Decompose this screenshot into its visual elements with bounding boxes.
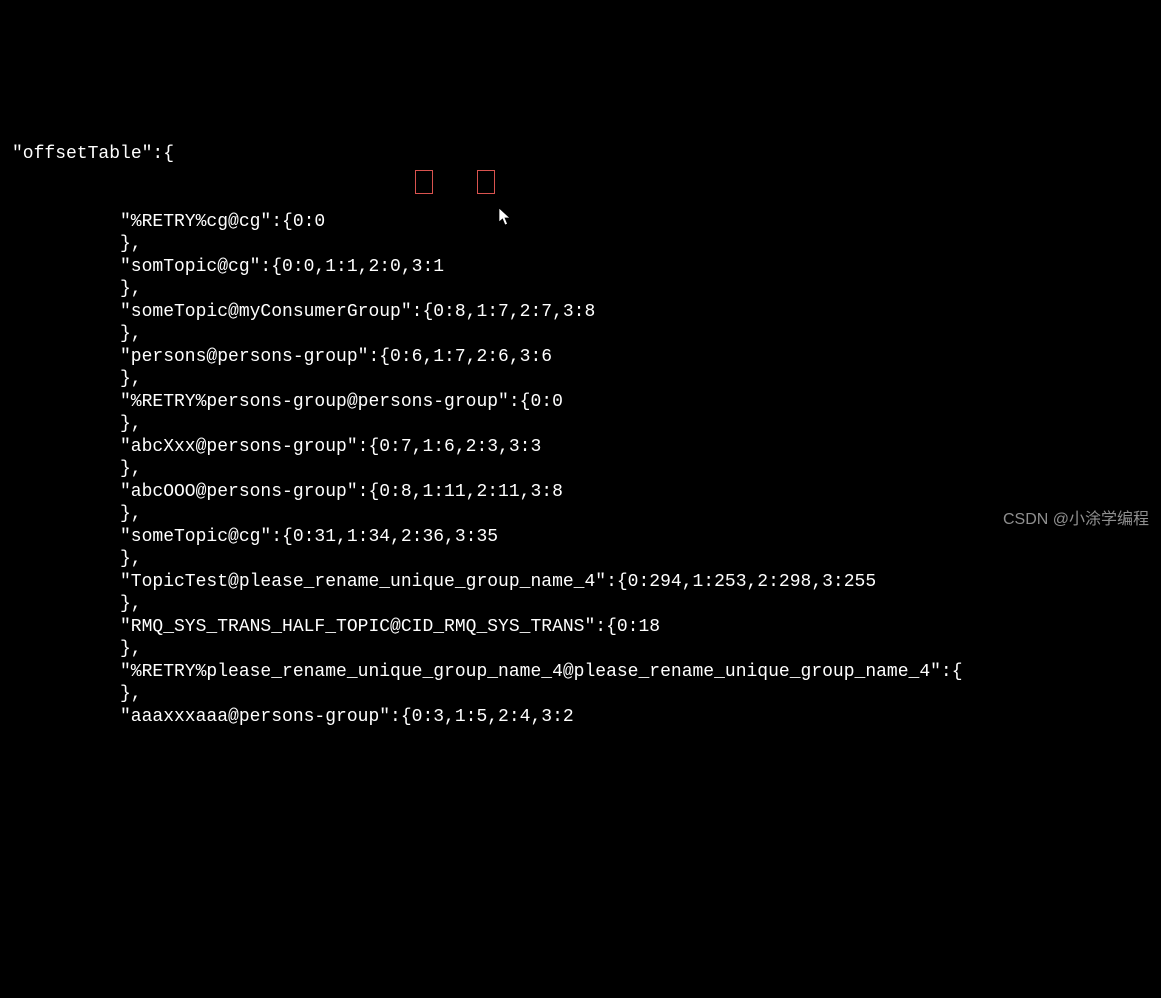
code-entry: "persons@persons-group":{0:6,1:7,2:6,3:6	[12, 346, 1161, 369]
code-closer: },	[12, 548, 1161, 571]
code-entry: "RMQ_SYS_TRANS_HALF_TOPIC@CID_RMQ_SYS_TR…	[12, 616, 1161, 639]
code-entry: "someTopic@cg":{0:31,1:34,2:36,3:35	[12, 526, 1161, 549]
code-closer: },	[12, 323, 1161, 346]
code-closer: },	[12, 458, 1161, 481]
code-closer: },	[12, 233, 1161, 256]
code-closer: },	[12, 638, 1161, 661]
code-closer: },	[12, 368, 1161, 391]
code-closer: },	[12, 683, 1161, 706]
code-entry: "%RETRY%cg@cg":{0:0	[12, 211, 1161, 234]
code-entry: "someTopic@myConsumerGroup":{0:8,1:7,2:7…	[12, 301, 1161, 324]
code-entry: "%RETRY%persons-group@persons-group":{0:…	[12, 391, 1161, 414]
code-closer: },	[12, 593, 1161, 616]
terminal-output: "offsetTable":{ "%RETRY%cg@cg":{0:0},"so…	[12, 98, 1161, 751]
code-header: "offsetTable":{	[12, 143, 1161, 166]
code-entry: "aaaxxxaaa@persons-group":{0:3,1:5,2:4,3…	[12, 706, 1161, 729]
code-closer: },	[12, 413, 1161, 436]
code-entry: "abcXxx@persons-group":{0:7,1:6,2:3,3:3	[12, 436, 1161, 459]
code-closer: },	[12, 278, 1161, 301]
code-entry: "abcOOO@persons-group":{0:8,1:11,2:11,3:…	[12, 481, 1161, 504]
watermark-text: CSDN @小涂学编程	[1003, 510, 1149, 530]
code-entry: "%RETRY%please_rename_unique_group_name_…	[12, 661, 1161, 684]
code-entry: "TopicTest@please_rename_unique_group_na…	[12, 571, 1161, 594]
code-entry: "somTopic@cg":{0:0,1:1,2:0,3:1	[12, 256, 1161, 279]
code-entries: "%RETRY%cg@cg":{0:0},"somTopic@cg":{0:0,…	[12, 211, 1161, 729]
code-closer: },	[12, 503, 1161, 526]
